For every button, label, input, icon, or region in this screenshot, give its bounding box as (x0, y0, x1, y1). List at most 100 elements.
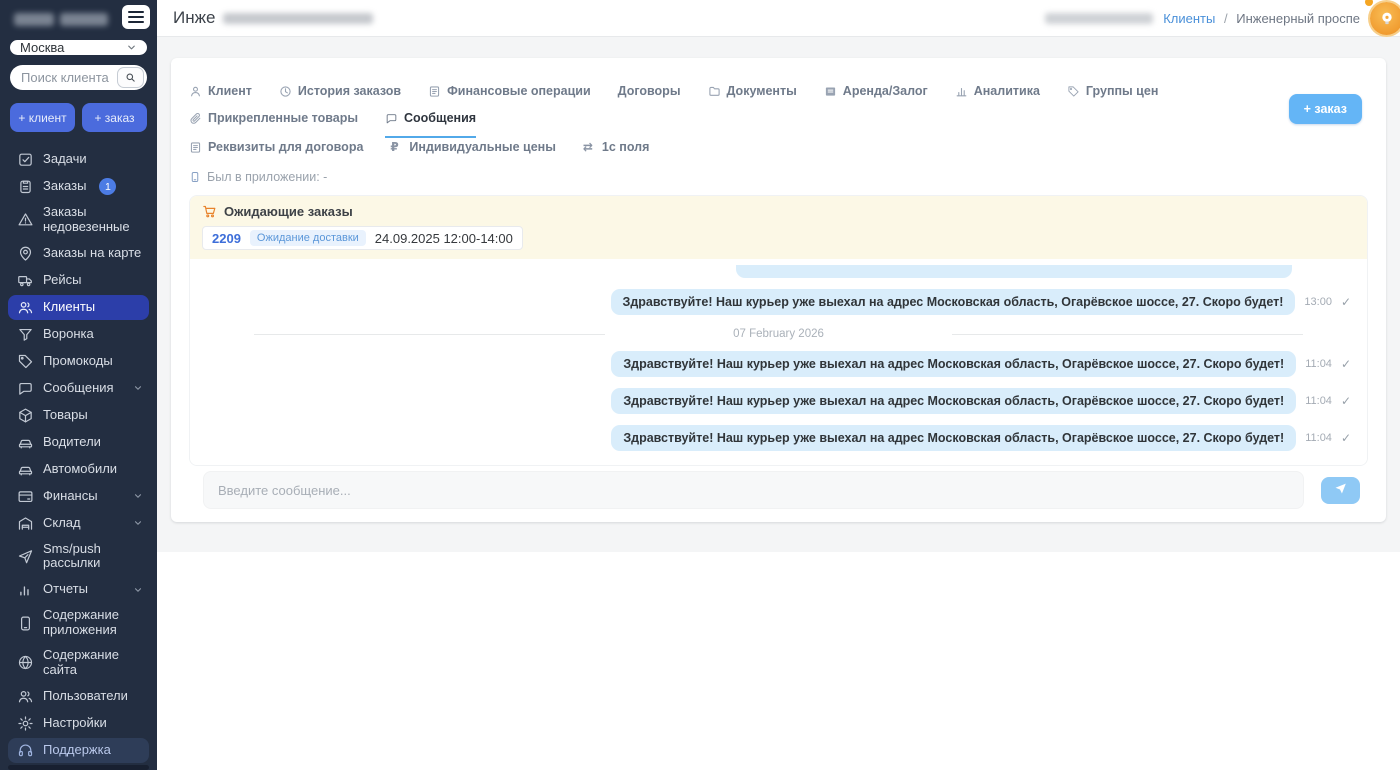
pending-orders-banner: Ожидающие заказы 2209 Ожидание доставки … (190, 196, 1367, 259)
chart-icon (17, 581, 34, 598)
sidebar-item-label: Содержание сайта (43, 646, 119, 677)
sidebar-item-orders-map[interactable]: Заказы на карте (8, 241, 149, 266)
tab-finance-operations[interactable]: Финансовые операции (428, 84, 591, 111)
message-time: 11:04 (1305, 395, 1332, 407)
sidebar-item-label: Клиенты (43, 298, 96, 314)
order-status-badge: Ожидание доставки (249, 230, 366, 246)
menu-toggle-button[interactable] (122, 5, 150, 29)
message-bubble: Здравствуйте! Наш курьер уже выехал на а… (611, 425, 1297, 451)
clock-icon (279, 85, 292, 98)
sidebar-item-clients[interactable]: Клиенты (8, 294, 149, 320)
region-select-value: Москва (20, 40, 65, 55)
task-icon (17, 151, 34, 168)
breadcrumb-link-clients[interactable]: Клиенты (1163, 11, 1215, 26)
tab-contract-details[interactable]: Реквизиты для договора (189, 140, 363, 154)
sidebar-item-finances[interactable]: Финансы (8, 484, 149, 509)
sidebar-item-promocodes[interactable]: Промокоды (8, 349, 149, 374)
sidebar-item-label: Содержание приложения (43, 607, 119, 638)
sidebar-item-drivers[interactable]: Водители (8, 430, 149, 455)
message-bubble (736, 265, 1292, 278)
tab-individual-prices[interactable]: ₽ Индивидуальные цены (390, 140, 555, 154)
redacted-title-text (223, 12, 374, 24)
tab-contracts[interactable]: Договоры (618, 84, 681, 111)
tab-price-groups[interactable]: Группы цен (1067, 84, 1158, 111)
sidebar-item-messages[interactable]: Сообщения (8, 376, 149, 401)
status-dot (1365, 0, 1373, 6)
add-order-button[interactable]: + заказ (82, 103, 147, 132)
order-number-link[interactable]: 2209 (212, 231, 241, 246)
users-icon (17, 299, 34, 316)
add-client-button[interactable]: + клиент (10, 103, 75, 132)
sidebar-item-label: Рейсы (43, 271, 82, 287)
tab-client[interactable]: Клиент (189, 84, 252, 111)
message-input[interactable] (203, 471, 1304, 509)
order-chip[interactable]: 2209 Ожидание доставки 24.09.2025 12:00-… (202, 226, 523, 250)
tab-label: История заказов (297, 84, 402, 98)
sidebar-item-orders[interactable]: Заказы 1 (8, 174, 149, 199)
chevron-down-icon (133, 383, 143, 393)
send-button[interactable] (1321, 476, 1360, 504)
chevron-down-icon (133, 518, 143, 528)
sidebar-item-label: Поддержка (43, 741, 111, 757)
main-area: Инже Клиенты / Инженерный проспе Клиент И… (157, 0, 1400, 770)
sidebar-item-warehouse[interactable]: Склад (8, 511, 149, 536)
sidebar-item-users[interactable]: Пользователи (8, 684, 149, 709)
gear-icon (17, 715, 34, 732)
sidebar-item-settings[interactable]: Настройки (8, 711, 149, 736)
message-sent-check-icon: ✓ (1340, 295, 1351, 309)
cart-icon (202, 204, 217, 219)
chat-messages[interactable]: Здравствуйте! Наш курьер уже выехал на а… (190, 259, 1367, 465)
sidebar-item-products[interactable]: Товары (8, 403, 149, 428)
sidebar-item-sms-push[interactable]: Sms/push рассылки (8, 538, 149, 576)
tab-1c-fields[interactable]: ⇄ 1с поля (583, 140, 650, 154)
search-button[interactable] (117, 67, 144, 88)
tab-analytics[interactable]: Аналитика (955, 84, 1040, 111)
chat-icon (385, 112, 398, 125)
sidebar-item-orders-undelivered[interactable]: Заказы недовезенные (8, 201, 149, 239)
avatar[interactable] (1370, 2, 1400, 35)
region-select[interactable]: Москва (10, 40, 147, 55)
sidebar-item-label: Заказы (43, 178, 87, 194)
send-icon (1333, 481, 1348, 499)
search-icon (125, 72, 136, 83)
tab-label: Финансовые операции (447, 84, 591, 98)
sidebar-item-trips[interactable]: Рейсы (8, 268, 149, 293)
deposit-icon (824, 85, 837, 98)
sidebar-item-label: Задачи (43, 151, 87, 167)
message-bubble: Здравствуйте! Наш курьер уже выехал на а… (611, 351, 1297, 377)
chat-icon (17, 380, 34, 397)
phone-icon (189, 171, 201, 183)
client-search-input[interactable] (12, 70, 117, 85)
sidebar-item-label: Sms/push рассылки (43, 540, 101, 571)
tab-messages[interactable]: Сообщения (385, 111, 477, 138)
last-seen-text: Был в приложении: - (207, 170, 328, 184)
doc-icon (189, 141, 202, 154)
date-divider: 07 February 2026 (206, 328, 1351, 340)
sidebar-item-support[interactable]: Поддержка (8, 737, 149, 763)
sidebar-item-site-content[interactable]: Содержание сайта (8, 644, 149, 682)
add-order-button-card[interactable]: + заказ (1288, 94, 1362, 124)
chat-message: Здравствуйте! Наш курьер уже выехал на а… (206, 425, 1351, 451)
doc-icon (428, 85, 441, 98)
clipboard-icon (17, 178, 34, 195)
tab-attached-products[interactable]: Прикрепленные товары (189, 111, 358, 138)
sidebar-item-app-content[interactable]: Содержание приложения (8, 604, 149, 642)
tab-label: Группы цен (1085, 84, 1159, 98)
message-sent-check-icon: ✓ (1340, 394, 1351, 408)
warning-icon (17, 211, 34, 228)
sidebar-item-cars[interactable]: Автомобили (8, 457, 149, 482)
message-sent-check-icon: ✓ (1340, 431, 1351, 445)
sidebar-item-partial[interactable] (8, 764, 149, 770)
sidebar-item-tasks[interactable]: Задачи (8, 147, 149, 172)
pending-orders-title: Ожидающие заказы (224, 204, 353, 219)
sidebar-item-reports[interactable]: Отчеты (8, 577, 149, 602)
tab-label: Договоры (617, 84, 681, 98)
tab-documents[interactable]: Документы (708, 84, 797, 111)
tab-rent-deposit[interactable]: Аренда/Залог (824, 84, 928, 111)
sidebar-item-funnel[interactable]: Воронка (8, 322, 149, 347)
redacted-user-text (1045, 12, 1154, 24)
tab-order-history[interactable]: История заказов (279, 84, 401, 111)
folder-icon (708, 85, 721, 98)
chevron-down-icon (133, 585, 143, 595)
sidebar-item-label: Отчеты (43, 581, 88, 597)
